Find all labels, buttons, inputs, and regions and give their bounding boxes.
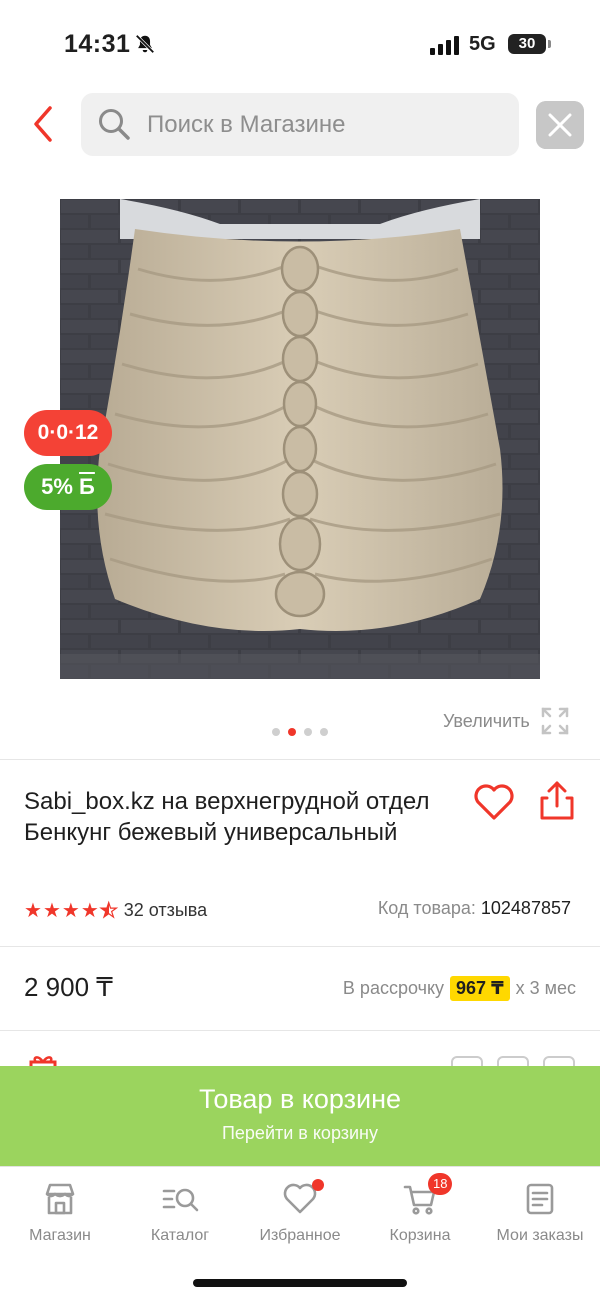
search-bar[interactable]: [81, 93, 519, 156]
heart-icon[interactable]: [472, 782, 516, 822]
product-code-label: Код товара:: [377, 898, 476, 918]
expand-icon: [541, 707, 569, 735]
network-type: 5G: [469, 33, 496, 55]
zoom-button[interactable]: Увеличить: [443, 706, 570, 736]
reviews-count: 32 отзыва: [123, 900, 208, 920]
installment-amount: 967 ₸: [450, 976, 510, 1001]
rating-stars: ★ ★ ★ ★ ★★: [24, 898, 118, 923]
catalog-search-icon: [162, 1188, 199, 1212]
tab-label: Избранное: [259, 1227, 341, 1244]
battery-indicator: 30: [508, 34, 546, 54]
bonus-symbol: Б: [79, 474, 95, 499]
cart-banner-title: Товар в корзине: [198, 1084, 402, 1114]
pagination-dot-active: [288, 728, 296, 736]
timer-badge: 0·0·12: [24, 410, 112, 456]
product-price: 2 900 ₸: [24, 972, 113, 1002]
star-icon: ★: [42, 900, 61, 922]
star-icon: ★: [80, 900, 99, 922]
tab-label: Корзина: [389, 1227, 451, 1244]
promo-row: [0, 1048, 600, 1068]
store-icon: [45, 1183, 75, 1215]
tab-cart[interactable]: 18 Корзина: [365, 1173, 475, 1245]
star-icon: ★: [24, 900, 42, 922]
tab-bar: Магазин Каталог Избранное 18 Корзина Мои…: [0, 1166, 600, 1266]
divider: [0, 1030, 600, 1031]
tab-orders[interactable]: Мои заказы: [485, 1181, 595, 1245]
back-chevron-icon[interactable]: [26, 104, 62, 144]
bell-muted-icon: [135, 34, 155, 54]
star-half-icon: ★★: [99, 899, 118, 922]
cellular-signal-icon: [430, 36, 459, 55]
close-icon[interactable]: [536, 101, 584, 149]
product-photo-illustration: [60, 199, 540, 679]
product-code: Код товара: 102487857: [378, 898, 571, 919]
installment-info[interactable]: В рассрочку 967 ₸ x 3 мес: [343, 976, 576, 1001]
product-photo[interactable]: [60, 199, 540, 679]
status-bar: 14:31 5G 30: [0, 0, 600, 90]
tab-store[interactable]: Магазин: [5, 1181, 115, 1245]
cart-count-badge: 18: [428, 1173, 453, 1195]
rating[interactable]: ★ ★ ★ ★ ★★ 32 отзыва: [24, 898, 207, 923]
share-icon[interactable]: [538, 780, 576, 822]
orders-icon: [526, 1183, 554, 1215]
product-code-value: 102487857: [480, 898, 571, 918]
gallery-pagination: [272, 728, 328, 736]
search-input[interactable]: [147, 93, 507, 156]
cart-banner[interactable]: Товар в корзине Перейти в корзину: [0, 1066, 600, 1166]
installment-term: x 3 мес: [515, 978, 576, 998]
tab-label: Каталог: [150, 1227, 210, 1244]
search-icon: [99, 109, 130, 140]
zoom-label: Увеличить: [443, 710, 530, 731]
divider: [0, 946, 600, 947]
favorites-dot: [312, 1179, 324, 1191]
bonus-percent: 5%: [41, 474, 73, 499]
product-title: Sabi_box.kz на верхнегрудной отдел Бенку…: [24, 788, 430, 846]
battery-cap: [548, 40, 551, 48]
home-indicator[interactable]: [193, 1279, 407, 1287]
tab-favorites[interactable]: Избранное: [245, 1179, 355, 1245]
go-to-cart-link[interactable]: Перейти в корзину: [0, 1123, 600, 1144]
status-time: 14:31: [64, 30, 131, 58]
bonus-badge: 5% Б: [24, 464, 112, 510]
tab-label: Магазин: [29, 1227, 91, 1244]
divider: [0, 759, 600, 760]
pagination-dot: [304, 728, 312, 736]
pagination-dot: [320, 728, 328, 736]
installment-label: В рассрочку: [342, 978, 445, 998]
pagination-dot: [272, 728, 280, 736]
tab-label: Мои заказы: [496, 1227, 584, 1244]
star-icon: ★: [61, 900, 80, 922]
tab-catalog[interactable]: Каталог: [125, 1181, 235, 1245]
